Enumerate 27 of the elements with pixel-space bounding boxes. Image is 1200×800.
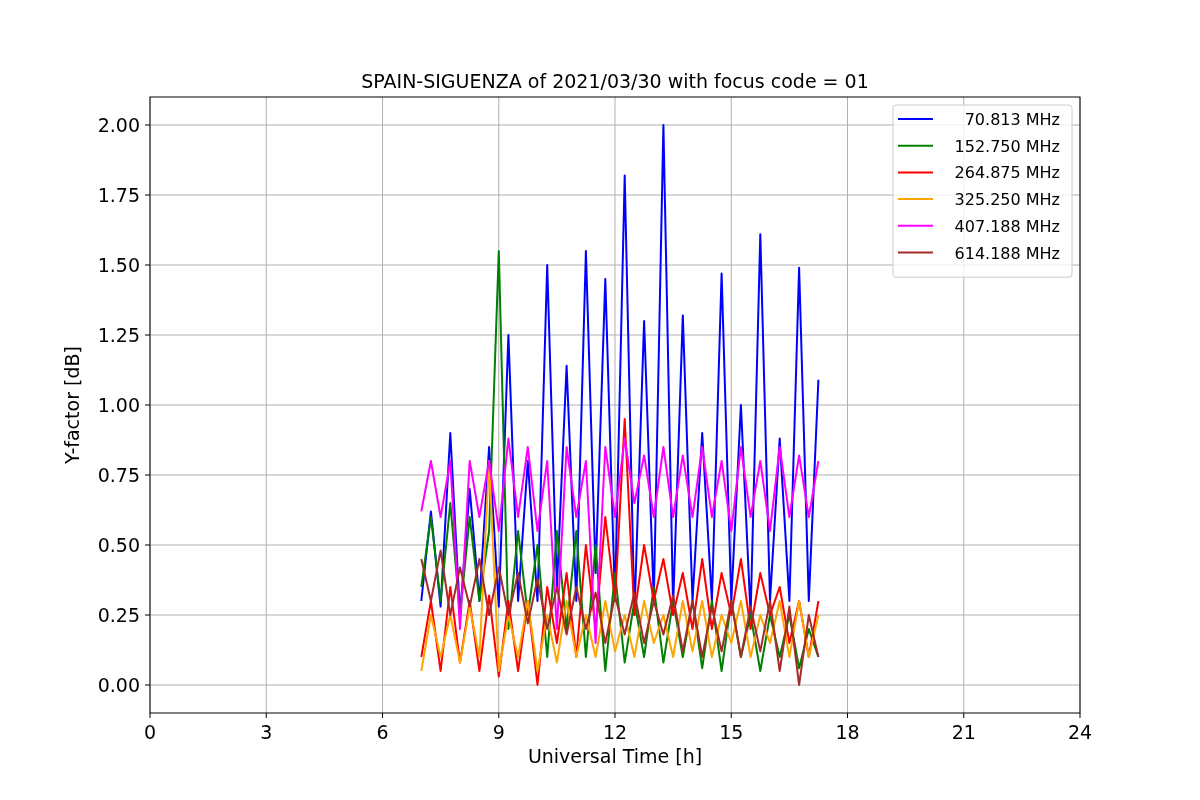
y-tick-label: 0.75 <box>97 464 140 486</box>
legend-label: 407.188 MHz <box>954 216 1060 236</box>
x-axis-label: Universal Time [h] <box>527 745 703 767</box>
x-tick-label: 0 <box>143 721 157 743</box>
x-tick-label: 24 <box>1067 721 1093 743</box>
y-tick-label: 1.75 <box>97 184 140 206</box>
x-tick-label: 6 <box>376 721 389 743</box>
x-tick-label: 12 <box>602 721 628 743</box>
x-tick-label: 3 <box>260 721 273 743</box>
y-tick-label: 1.50 <box>97 254 140 276</box>
y-axis-label: Y-factor [dB] <box>61 346 83 464</box>
y-tick-label: 1.00 <box>97 394 140 416</box>
x-tick-label: 15 <box>719 721 744 743</box>
y-tick-label: 0.00 <box>97 674 140 696</box>
y-tick-label: 1.25 <box>97 324 140 346</box>
legend-label: 614.188 MHz <box>954 243 1060 263</box>
legend-label: 152.750 MHz <box>954 136 1060 156</box>
legend-label: 264.875 MHz <box>954 163 1060 183</box>
y-tick-label: 2.00 <box>97 114 140 136</box>
x-tick-label: 21 <box>951 721 976 743</box>
y-tick-label: 0.50 <box>97 534 140 556</box>
y-tick-label: 0.25 <box>97 604 140 626</box>
chart-title: SPAIN-SIGUENZA of 2021/03/30 with focus code = 01 <box>361 70 869 92</box>
legend-label: 325.250 MHz <box>954 190 1060 210</box>
x-tick-label: 9 <box>492 721 505 743</box>
x-tick-label: 18 <box>835 721 860 743</box>
legend-label: 70.813 MHz <box>964 110 1060 129</box>
